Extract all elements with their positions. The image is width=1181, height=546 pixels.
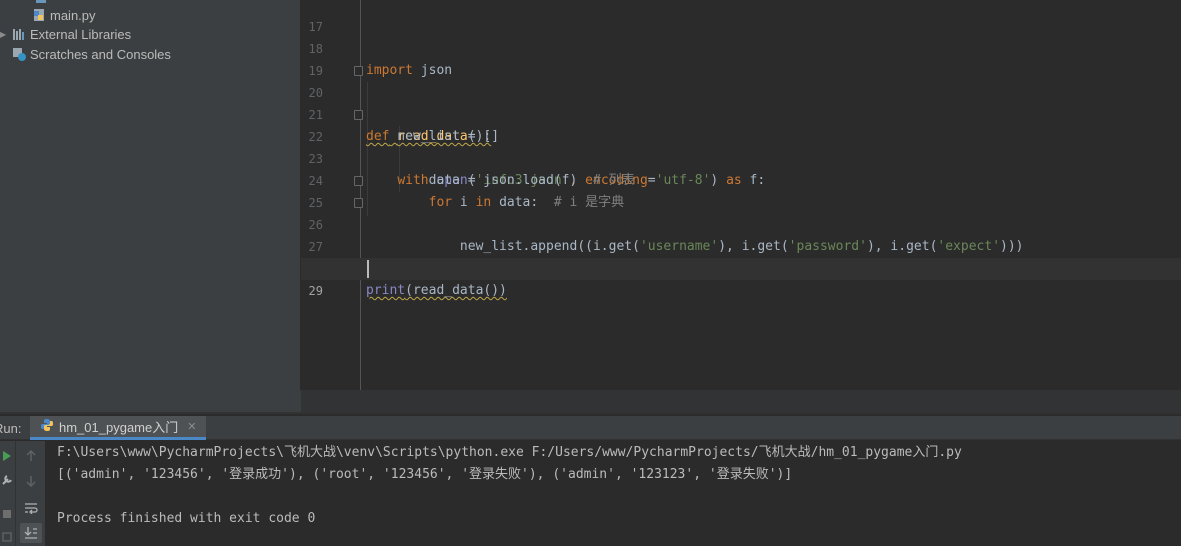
- tab-run-configuration[interactable]: hm_01_pygame入门 ✕: [30, 416, 207, 440]
- builtin-token: print: [366, 283, 406, 298]
- code-line-24: 24 for i in data: # i 是字典: [301, 148, 1181, 210]
- run-toolbar-secondary: [15, 441, 45, 546]
- library-icon: [12, 27, 26, 41]
- code-line-21: 21 new_list = []: [301, 82, 1181, 144]
- panel-divider[interactable]: [0, 412, 1181, 414]
- project-bottom-strip: [0, 390, 301, 412]
- code-line-17: 17: [301, 0, 1181, 34]
- wrench-icon[interactable]: [0, 471, 14, 489]
- tab-label: hm_01_pygame入门: [59, 420, 179, 435]
- code-line-19: 19: [301, 38, 1181, 78]
- run-toolbar-primary: [0, 441, 15, 546]
- scratches-icon: [12, 47, 26, 61]
- code-line-22: 22 with open('info3.json', encoding='utf…: [301, 104, 1181, 188]
- code-line-26: 26 return new_list: [301, 192, 1181, 276]
- chevron-right-icon[interactable]: ▶: [0, 30, 8, 39]
- line-number: 29: [308, 284, 323, 298]
- run-console-output[interactable]: F:\Users\www\PycharmProjects\飞机大战\venv\S…: [45, 441, 1181, 546]
- fold-marker-icon[interactable]: [354, 176, 363, 186]
- code-line-20: 20 def read_data():: [301, 60, 1181, 144]
- fold-marker-icon[interactable]: [354, 110, 363, 120]
- code-line-25: 25 new_list.append((i.get('username'), i…: [301, 170, 1181, 254]
- soft-wrap-icon[interactable]: [22, 499, 40, 517]
- rerun-button[interactable]: [0, 447, 14, 465]
- scroll-to-end-icon[interactable]: [20, 523, 42, 543]
- arrow-up-icon[interactable]: [22, 447, 40, 465]
- tree-item-external-libraries[interactable]: ▶ External Libraries: [0, 24, 131, 44]
- code-line-18: 18 import json: [301, 16, 1181, 78]
- console-line-result: [('admin', '123456', '登录成功'), ('root', '…: [57, 467, 793, 482]
- code-token: (read_data()): [405, 283, 507, 298]
- tree-item-scratches-and-consoles[interactable]: Scratches and Consoles: [12, 44, 171, 64]
- python-run-icon: [40, 418, 54, 435]
- text-caret: [367, 260, 369, 278]
- editor-bottom-strip: [301, 390, 1181, 412]
- stop-button[interactable]: [0, 505, 14, 523]
- fold-marker-icon[interactable]: [354, 198, 363, 208]
- console-line-exit: Process finished with exit code 0: [57, 511, 316, 526]
- layout-icon[interactable]: [0, 529, 14, 545]
- tree-item-label: main.py: [50, 7, 96, 23]
- project-tool-window: main.py ▶ External Libraries Scratches a…: [0, 0, 300, 412]
- close-icon[interactable]: ✕: [187, 420, 196, 433]
- code-line-28: 28 print(read_data()): [301, 236, 1181, 298]
- tree-item-main-py[interactable]: main.py: [32, 5, 96, 25]
- tree-item-label: External Libraries: [30, 26, 132, 42]
- python-file-icon: [32, 8, 46, 22]
- arrow-down-icon[interactable]: [22, 472, 40, 490]
- code-line-29: 29: [301, 258, 1181, 298]
- run-tool-window-header: Run: hm_01_pygame入门 ✕: [0, 416, 1181, 440]
- fold-marker-icon[interactable]: [354, 66, 363, 76]
- tree-item-label: Scratches and Consoles: [30, 46, 171, 62]
- code-editor[interactable]: 17 18 import json 19 20 def read_data():…: [301, 0, 1181, 390]
- code-line-23: 23 data = json.load(f) # 列表: [301, 126, 1181, 188]
- run-label: Run:: [0, 421, 22, 436]
- console-line-command: F:\Users\www\PycharmProjects\飞机大战\venv\S…: [57, 445, 962, 460]
- code-line-27: 27: [301, 214, 1181, 254]
